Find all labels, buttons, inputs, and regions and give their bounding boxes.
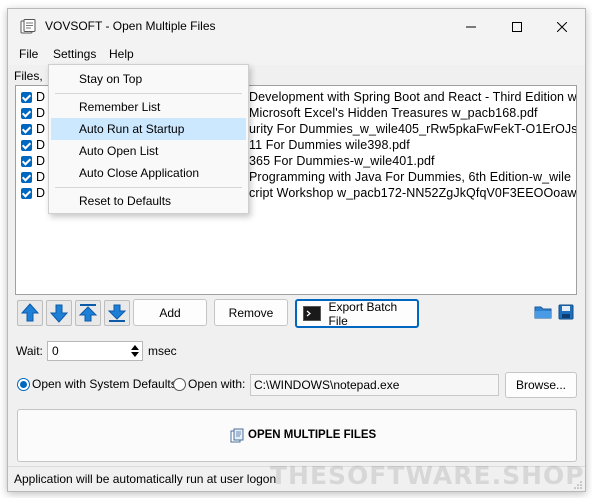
file-checkbox[interactable]: [21, 156, 32, 167]
wait-label: Wait:: [16, 344, 43, 358]
close-button[interactable]: [539, 9, 585, 45]
app-logo-icon: [20, 19, 36, 35]
add-button[interactable]: Add: [133, 299, 207, 326]
file-name-prefix: D: [36, 138, 46, 152]
copy-files-icon: [230, 428, 246, 444]
move-down-button[interactable]: [46, 300, 72, 326]
file-name: 11 For Dummies wile398.pdf: [249, 138, 410, 152]
file-name-prefix: D: [36, 170, 46, 184]
file-name: Programming with Java For Dummies, 6th E…: [249, 170, 572, 184]
menu-item-label: Auto Open List: [79, 144, 159, 158]
move-to-top-button[interactable]: [75, 300, 101, 326]
wait-spinbox[interactable]: 0: [47, 341, 143, 361]
remove-button[interactable]: Remove: [214, 299, 288, 326]
file-name-prefix: D: [36, 186, 46, 200]
file-checkbox[interactable]: [21, 188, 32, 199]
file-name: Microsoft Excel's Hidden Treasures w_pac…: [249, 106, 538, 120]
floppy-disk-icon: [558, 304, 573, 319]
watermark-text: THESOFTWARE.SHOP: [270, 461, 585, 490]
arrow-down-icon: [49, 304, 69, 323]
menu-item-label: Stay on Top: [79, 72, 143, 86]
arrow-to-bottom-icon: [107, 304, 127, 322]
title-bar: VOVSOFT - Open Multiple Files: [8, 9, 585, 45]
close-icon: [557, 22, 567, 32]
menu-separator: [55, 187, 242, 188]
minimize-icon: [466, 26, 476, 28]
minimize-button[interactable]: [448, 9, 494, 45]
menu-item-auto-open-list[interactable]: Auto Open List: [51, 140, 246, 162]
file-name: cript Workshop w_pacb172-NN52ZgJkQfqV0F3…: [249, 186, 577, 200]
menu-item-reset-to-defaults[interactable]: Reset to Defaults: [51, 190, 246, 212]
settings-dropdown-menu: Stay on Top Remember List Auto Run at St…: [48, 64, 249, 214]
wait-value: 0: [52, 344, 59, 358]
menu-item-stay-on-top[interactable]: Stay on Top: [51, 68, 246, 90]
file-name-prefix: D: [36, 154, 46, 168]
open-folder-button[interactable]: [533, 301, 552, 322]
menu-bar: File Settings Help: [8, 45, 585, 65]
menu-item-remember-list[interactable]: Remember List: [51, 96, 246, 118]
spinner-arrows-icon: [131, 345, 139, 357]
menu-file[interactable]: File: [19, 47, 38, 61]
open-with-custom-label[interactable]: Open with:: [188, 377, 245, 391]
open-with-system-defaults-radio[interactable]: [17, 378, 30, 391]
file-checkbox[interactable]: [21, 108, 32, 119]
open-multiple-files-label: OPEN MULTIPLE FILES: [248, 429, 377, 441]
menu-item-label: Auto Run at Startup: [79, 122, 185, 136]
file-name: urity For Dummies_w_wile405_rRw5pkaFwFek…: [249, 122, 577, 136]
file-checkbox[interactable]: [21, 124, 32, 135]
file-name-prefix: D: [36, 90, 46, 104]
file-name: Development with Spring Boot and React -…: [249, 90, 577, 104]
file-name: 365 For Dummies-w_wile401.pdf: [249, 154, 435, 168]
files-label: Files,: [14, 69, 43, 83]
move-to-bottom-button[interactable]: [104, 300, 130, 326]
menu-help[interactable]: Help: [109, 47, 134, 61]
export-batch-file-label: Export Batch File: [328, 299, 398, 328]
menu-settings[interactable]: Settings: [53, 47, 96, 61]
menu-item-auto-close-application[interactable]: Auto Close Application: [51, 162, 246, 184]
move-up-button[interactable]: [17, 300, 43, 326]
window-title: VOVSOFT - Open Multiple Files: [45, 19, 216, 33]
menu-item-label: Auto Close Application: [79, 166, 200, 180]
status-text: Application will be automatically run at…: [14, 472, 277, 486]
app-window: VOVSOFT - Open Multiple Files File Setti…: [7, 8, 586, 492]
arrow-to-top-icon: [78, 304, 98, 322]
arrow-up-icon: [20, 303, 40, 322]
file-checkbox[interactable]: [21, 140, 32, 151]
menu-separator: [55, 93, 242, 94]
menu-item-auto-run-at-startup[interactable]: Auto Run at Startup: [51, 118, 246, 140]
export-batch-file-button[interactable]: Export Batch File: [295, 299, 419, 328]
open-with-path-value: C:\WINDOWS\notepad.exe: [254, 378, 400, 392]
terminal-icon: [303, 306, 321, 321]
open-with-custom-radio[interactable]: [173, 378, 186, 391]
file-checkbox[interactable]: [21, 92, 32, 103]
save-list-button[interactable]: [556, 301, 575, 322]
open-multiple-files-button[interactable]: OPEN MULTIPLE FILES: [17, 409, 577, 462]
folder-icon: [534, 306, 551, 318]
open-with-system-defaults-label[interactable]: Open with System Defaults: [32, 377, 177, 391]
file-name-prefix: D: [36, 106, 46, 120]
wait-unit-label: msec: [148, 344, 177, 358]
file-name-prefix: D: [36, 122, 46, 136]
file-checkbox[interactable]: [21, 172, 32, 183]
menu-item-label: Reset to Defaults: [79, 194, 172, 208]
open-with-path-field[interactable]: C:\WINDOWS\notepad.exe: [250, 374, 499, 396]
menu-item-label: Remember List: [79, 100, 161, 114]
maximize-icon: [512, 22, 522, 32]
maximize-button[interactable]: [494, 9, 540, 45]
browse-button[interactable]: Browse...: [505, 372, 577, 398]
